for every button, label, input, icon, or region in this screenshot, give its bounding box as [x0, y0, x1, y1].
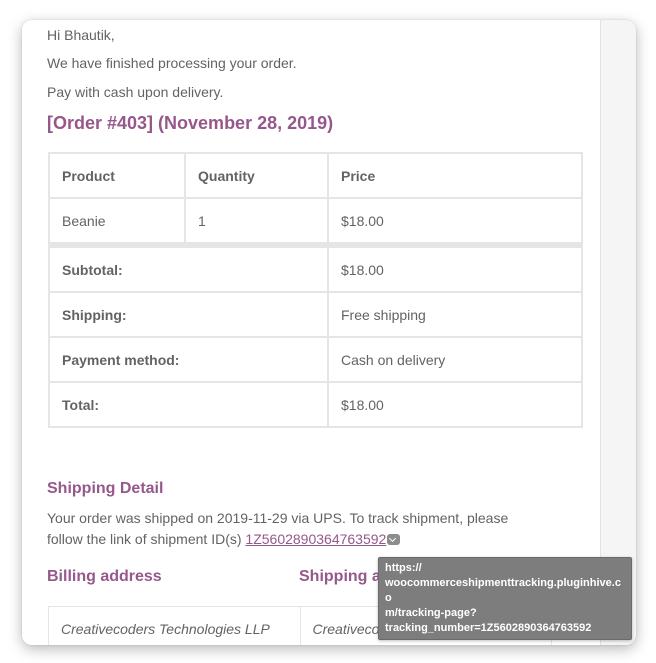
subtotal-value: $18.00	[327, 242, 583, 293]
item-quantity: 1	[184, 197, 329, 246]
totals-row-shipping: Shipping: Free shipping	[48, 291, 583, 338]
table-row: Beanie 1 $18.00	[48, 197, 583, 246]
greeting-text: Hi Bhautik,	[47, 27, 115, 43]
header-price: Price	[327, 152, 583, 199]
order-details-table: Product Quantity Price Beanie 1 $18.00 S…	[48, 152, 583, 428]
order-heading: [Order #403] (November 28, 2019)	[47, 113, 334, 133]
shipping-detail-text: Your order was shipped on 2019-11-29 via…	[47, 508, 527, 550]
payment-note-text: Pay with cash upon delivery.	[47, 84, 224, 100]
total-label: Total:	[48, 381, 329, 428]
totals-row-payment: Payment method: Cash on delivery	[48, 336, 583, 383]
header-product: Product	[48, 152, 186, 199]
email-body: Hi Bhautik, We have finished processing …	[22, 20, 632, 645]
tooltip-line: woocommerceshipmenttracking.pluginhive.c…	[385, 577, 621, 604]
email-preview-window: Hi Bhautik, We have finished processing …	[22, 20, 636, 645]
total-value: $18.00	[327, 381, 583, 428]
item-product: Beanie	[48, 197, 186, 246]
chevron-down-icon[interactable]	[387, 534, 401, 545]
header-quantity: Quantity	[184, 152, 329, 199]
tooltip-line: https://	[385, 562, 422, 574]
shipping-value: Free shipping	[327, 291, 583, 338]
shipping-detail-heading: Shipping Detail	[47, 480, 164, 497]
payment-method-label: Payment method:	[48, 336, 329, 383]
totals-row-subtotal: Subtotal: $18.00	[48, 242, 583, 293]
billing-address-heading: Billing address	[47, 568, 162, 585]
tooltip-line: tracking_number=1Z5602890364763592	[385, 622, 592, 634]
table-header-row: Product Quantity Price	[48, 152, 583, 199]
link-url-tooltip: https:// woocommerceshipmenttracking.plu…	[378, 557, 632, 640]
tooltip-line: m/tracking-page?	[385, 607, 477, 619]
item-price: $18.00	[327, 197, 583, 246]
billing-address-cell: Creativecoders Technologies LLP	[48, 606, 301, 645]
shipping-label: Shipping:	[48, 291, 329, 338]
tracking-id-link[interactable]: 1Z5602890364763592	[245, 531, 386, 547]
totals-row-total: Total: $18.00	[48, 381, 583, 428]
payment-method-value: Cash on delivery	[327, 336, 583, 383]
intro-text: We have finished processing your order.	[47, 55, 297, 71]
subtotal-label: Subtotal:	[48, 242, 329, 293]
